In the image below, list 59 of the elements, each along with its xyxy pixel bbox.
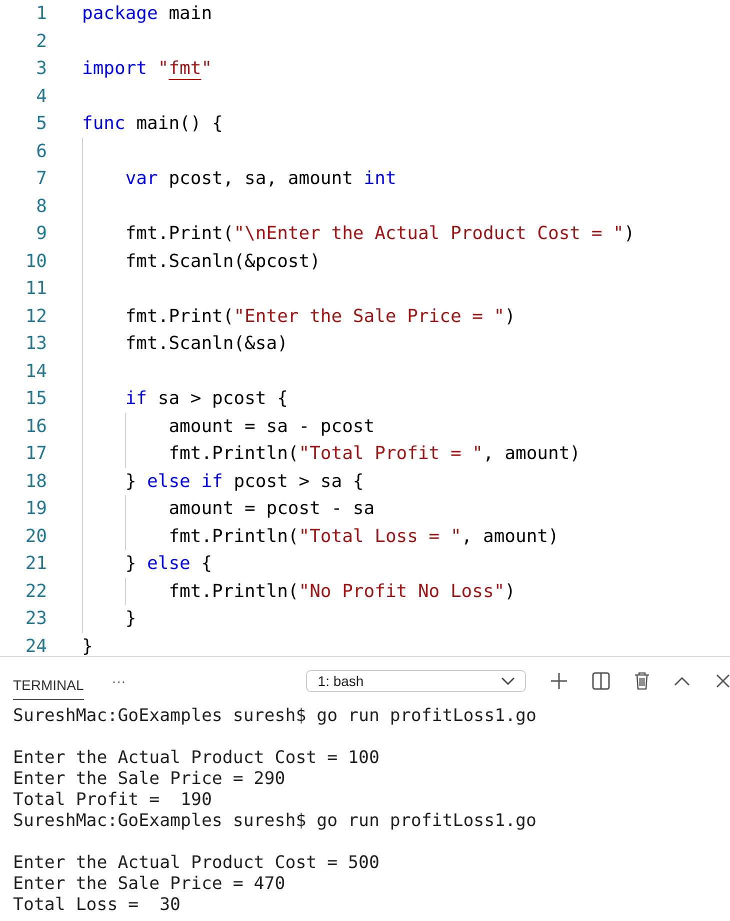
line-number: 5 [35, 113, 47, 134]
code-line: import "fmt" [82, 58, 212, 80]
code-line: } else { [124, 553, 212, 574]
line-number: 21 [24, 553, 47, 574]
terminal-line: Total Profit = 190 [13, 790, 213, 811]
line-number: 6 [35, 140, 47, 162]
line-number: 16 [24, 416, 47, 437]
code-line: fmt.Println("Total Loss = ", amount) [168, 526, 559, 547]
code-line: if sa > pcost { [124, 388, 288, 410]
line-number: 22 [24, 580, 47, 602]
line-number: 12 [24, 306, 47, 327]
line-number: 20 [24, 526, 47, 547]
split-icon[interactable] [592, 672, 610, 690]
line-number: 8 [35, 196, 47, 217]
code-line: fmt.Print("\nEnter the Actual Product Cost = ") [124, 223, 635, 244]
line-number: 24 [24, 636, 47, 657]
code-line: } [124, 608, 136, 630]
terminal-line: SureshMac:GoExamples suresh$ go run profitLoss1.go [13, 706, 538, 727]
code-line: fmt.Scanln(&pcost) [124, 250, 320, 272]
terminal-line: Enter the Sale Price = 470 [13, 874, 286, 895]
code-line: fmt.Println("No Profit No Loss") [168, 580, 516, 602]
line-number: 2 [35, 30, 47, 52]
code-line: func main() { [82, 113, 223, 134]
terminal-tab[interactable]: TERMINAL [13, 662, 84, 700]
terminal-dropdown[interactable]: 1: bash [306, 670, 526, 692]
code-line: var pcost, sa, amount int [124, 168, 396, 190]
code-line: amount = sa - pcost [168, 416, 375, 437]
trash-icon[interactable] [634, 672, 650, 690]
code-line: } else if pcost > sa { [124, 470, 364, 492]
line-number: 15 [24, 388, 47, 410]
chevron-up-icon[interactable] [674, 676, 690, 686]
line-number: 17 [24, 443, 47, 464]
terminal-line: SureshMac:GoExamples suresh$ go run profitLoss1.go [13, 811, 538, 832]
code-line: fmt.Println("Total Profit = ", amount) [168, 443, 581, 464]
line-number: 7 [35, 168, 47, 190]
line-number: 4 [35, 86, 47, 107]
line-number: 13 [24, 333, 47, 354]
terminal-line: Enter the Sale Price = 290 [13, 769, 286, 790]
terminal-line: Enter the Actual Product Cost = 500 [13, 853, 380, 874]
code-line: package main [82, 3, 212, 24]
code-line: } [82, 636, 93, 657]
code-line: fmt.Print("Enter the Sale Price = ") [124, 306, 516, 327]
chevron-down-icon [501, 676, 515, 686]
line-number: 19 [24, 498, 47, 520]
line-number: 10 [24, 250, 47, 272]
line-number: 23 [24, 608, 47, 630]
close-icon[interactable] [716, 674, 730, 688]
line-number: 14 [24, 360, 47, 382]
more-button[interactable]: ··· [112, 673, 126, 689]
terminal-line: Total Loss = 30 [13, 895, 182, 916]
plus-icon[interactable] [550, 672, 568, 690]
line-number: 11 [24, 278, 47, 300]
line-number: 9 [35, 223, 47, 244]
line-number: 18 [24, 470, 47, 492]
code-line: fmt.Scanln(&sa) [124, 333, 288, 354]
line-number: 1 [35, 3, 47, 24]
terminal-line: Enter the Actual Product Cost = 100 [13, 748, 380, 769]
code-line: amount = pcost - sa [168, 498, 375, 520]
line-number: 3 [35, 58, 47, 80]
